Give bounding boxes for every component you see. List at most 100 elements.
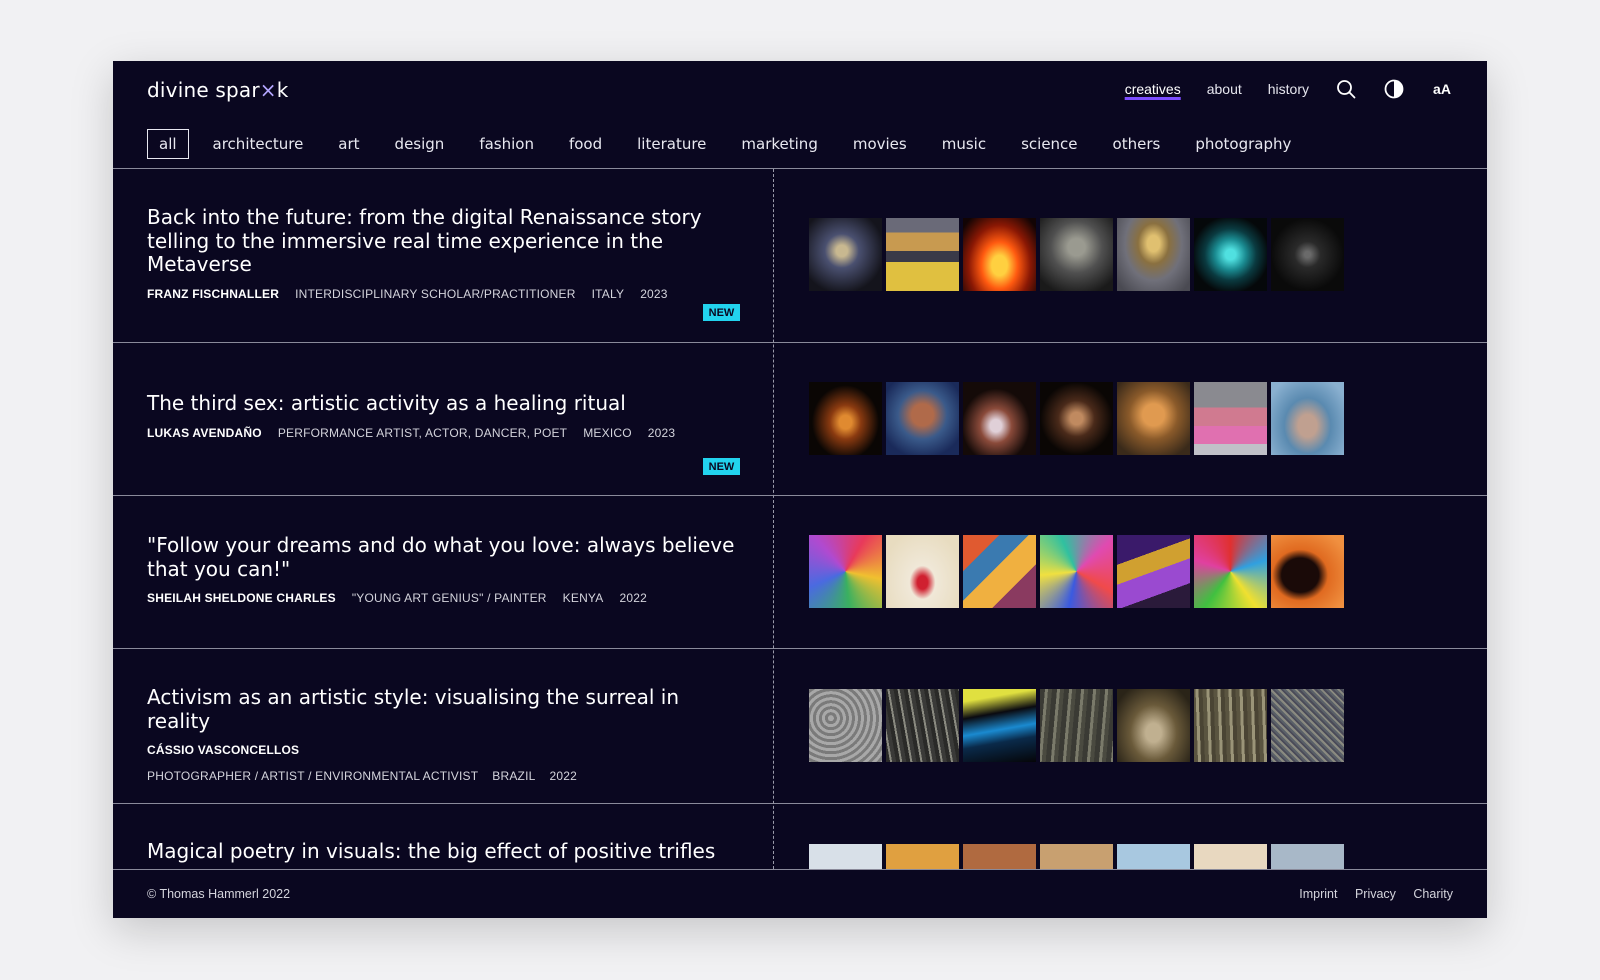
entry-title[interactable]: "Follow your dreams and do what you love…: [147, 533, 737, 581]
thumbnail[interactable]: [1117, 382, 1190, 455]
thumbnail[interactable]: [1271, 382, 1344, 455]
list-item[interactable]: Activism as an artistic style: visualisi…: [113, 649, 1487, 804]
thumbnail[interactable]: [1040, 535, 1113, 608]
category-food[interactable]: food: [569, 135, 602, 153]
thumbnail[interactable]: [809, 689, 882, 762]
creatives-list: Back into the future: from the digital R…: [113, 169, 1487, 869]
thumbnail-strip: [809, 844, 1348, 869]
thumbnail-strip: [809, 535, 1348, 608]
entry-name: FRANZ FISCHNALLER: [147, 286, 280, 301]
category-art[interactable]: art: [338, 135, 359, 153]
thumbnail-strip: [809, 382, 1348, 455]
thumbnail[interactable]: [1194, 218, 1267, 291]
category-science[interactable]: science: [1021, 135, 1077, 153]
logo[interactable]: divine spar×k: [147, 78, 289, 102]
thumbnail[interactable]: [1271, 218, 1344, 291]
entry-year: 2022: [549, 769, 577, 783]
entry-title[interactable]: Activism as an artistic style: visualisi…: [147, 685, 737, 733]
logo-spark: ×: [259, 78, 277, 102]
entry-title[interactable]: Magical poetry in visuals: the big effec…: [147, 839, 737, 864]
font-size-toggle[interactable]: aA: [1431, 78, 1453, 100]
entry-role: "YOUNG ART GENIUS" / PAINTER: [351, 591, 547, 605]
category-literature[interactable]: literature: [637, 135, 706, 153]
entry-name: CÁSSIO VASCONCELLOS: [147, 743, 300, 757]
entry-name: LUKAS AVENDAÑO: [147, 425, 262, 440]
entry-role: PERFORMANCE ARTIST, ACTOR, DANCER, POET: [277, 425, 568, 440]
thumbnail[interactable]: [963, 382, 1036, 455]
category-movies[interactable]: movies: [853, 135, 907, 153]
entry-title[interactable]: Back into the future: from the digital R…: [147, 205, 737, 277]
thumbnail[interactable]: [1194, 535, 1267, 608]
category-all[interactable]: all: [147, 129, 189, 159]
top-navigation: creatives about history aA: [1099, 61, 1453, 117]
list-item[interactable]: "Follow your dreams and do what you love…: [113, 496, 1487, 649]
thumbnail-strip: [809, 689, 1348, 762]
thumbnail[interactable]: [1040, 844, 1113, 869]
category-photography[interactable]: photography: [1195, 135, 1291, 153]
entry-name: SHEILAH SHELDONE CHARLES: [147, 591, 336, 605]
entry-title[interactable]: The third sex: artistic activity as a he…: [147, 391, 737, 416]
contrast-icon[interactable]: [1383, 78, 1405, 100]
thumbnail[interactable]: [1040, 382, 1113, 455]
entry-country: BRAZIL: [492, 769, 536, 783]
thumbnail[interactable]: [886, 844, 959, 869]
column-divider: [773, 169, 774, 869]
thumbnail[interactable]: [1117, 844, 1190, 869]
category-others[interactable]: others: [1113, 135, 1161, 153]
thumbnail[interactable]: [809, 535, 882, 608]
nav-history[interactable]: history: [1268, 81, 1309, 97]
entry-role: INTERDISCIPLINARY SCHOLAR/PRACTITIONER: [295, 286, 576, 301]
list-item[interactable]: The third sex: artistic activity as a he…: [113, 343, 1487, 496]
footer: © Thomas Hammerl 2022 Imprint Privacy Ch…: [113, 869, 1487, 918]
thumbnail[interactable]: [1194, 844, 1267, 869]
thumbnail[interactable]: [963, 218, 1036, 291]
footer-link-privacy[interactable]: Privacy: [1355, 887, 1396, 901]
thumbnail[interactable]: [1040, 218, 1113, 291]
category-marketing[interactable]: marketing: [741, 135, 817, 153]
thumbnail[interactable]: [963, 844, 1036, 869]
thumbnail[interactable]: [886, 535, 959, 608]
thumbnail[interactable]: [1117, 689, 1190, 762]
nav-creatives[interactable]: creatives: [1125, 81, 1181, 97]
thumbnail[interactable]: [809, 382, 882, 455]
entry-meta-secondary: PHOTOGRAPHER / ARTIST / ENVIRONMENTAL AC…: [147, 769, 737, 783]
thumbnail[interactable]: [1040, 689, 1113, 762]
thumbnail[interactable]: [809, 844, 882, 869]
header: divine spar×k creatives about history aA: [113, 61, 1487, 117]
thumbnail[interactable]: [963, 689, 1036, 762]
entry-country: KENYA: [562, 591, 604, 605]
entry-meta: SHEILAH SHELDONE CHARLES "YOUNG ART GENI…: [147, 591, 737, 605]
category-design[interactable]: design: [395, 135, 445, 153]
list-item[interactable]: Magical poetry in visuals: the big effec…: [113, 804, 1487, 869]
entry-meta: LUKAS AVENDAÑO PERFORMANCE ARTIST, ACTOR…: [147, 426, 737, 440]
footer-link-imprint[interactable]: Imprint: [1299, 887, 1337, 901]
entry-country: ITALY: [591, 286, 625, 301]
thumbnail[interactable]: [886, 218, 959, 291]
thumbnail[interactable]: [1194, 382, 1267, 455]
footer-links: Imprint Privacy Charity: [1285, 887, 1453, 901]
thumbnail[interactable]: [886, 382, 959, 455]
list-item[interactable]: Back into the future: from the digital R…: [113, 169, 1487, 343]
thumbnail[interactable]: [1271, 689, 1344, 762]
search-icon[interactable]: [1335, 78, 1357, 100]
category-fashion[interactable]: fashion: [479, 135, 534, 153]
thumbnail[interactable]: [1117, 218, 1190, 291]
thumbnail[interactable]: [1194, 689, 1267, 762]
nav-about[interactable]: about: [1207, 81, 1242, 97]
thumbnail[interactable]: [1271, 844, 1344, 869]
thumbnail[interactable]: [963, 535, 1036, 608]
category-architecture[interactable]: architecture: [213, 135, 304, 153]
new-badge: NEW: [703, 304, 740, 321]
thumbnail[interactable]: [1117, 535, 1190, 608]
entry-role: PHOTOGRAPHER / ARTIST / ENVIRONMENTAL AC…: [147, 769, 479, 783]
thumbnail[interactable]: [1271, 535, 1344, 608]
logo-text: divine spar: [147, 78, 260, 102]
category-music[interactable]: music: [942, 135, 986, 153]
thumbnail[interactable]: [809, 218, 882, 291]
logo-text-end: k: [276, 78, 289, 102]
entry-country: MEXICO: [583, 425, 632, 440]
entry-year: 2022: [619, 591, 647, 605]
thumbnail[interactable]: [886, 689, 959, 762]
entry-meta: CÁSSIO VASCONCELLOS: [147, 743, 737, 757]
footer-link-charity[interactable]: Charity: [1413, 887, 1453, 901]
